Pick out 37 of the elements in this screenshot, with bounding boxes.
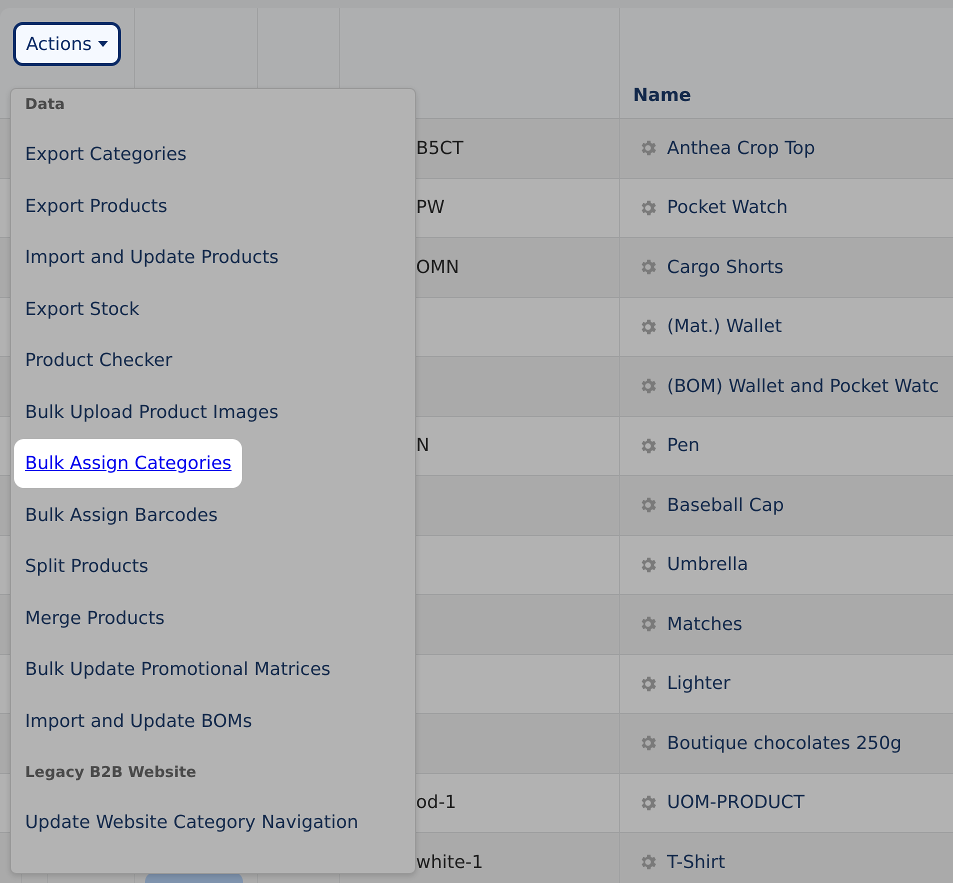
menu-item[interactable]: Import and Update Products [14,233,289,282]
product-name[interactable]: UOM-PRODUCT [667,792,804,814]
product-name[interactable]: Baseball Cap [667,494,784,516]
product-name[interactable]: Anthea Crop Top [667,138,816,159]
product-name[interactable]: Boutique chocolates 250g [667,732,902,754]
menu-item[interactable]: Bulk Assign Barcodes [14,490,228,540]
table-cell: white-1 [416,852,484,873]
menu-item[interactable]: Bulk Upload Product Images [14,388,289,437]
product-name[interactable]: Cargo Shorts [667,256,784,278]
product-name[interactable]: (Mat.) Wallet [667,316,782,338]
menu-item[interactable]: Export Products [14,182,178,231]
product-name[interactable]: Lighter [667,673,730,694]
menu-item[interactable]: Split Products [14,542,158,592]
table-cell: B5CT [416,138,464,159]
table-cell: PW [416,197,445,218]
product-name[interactable]: T-Shirt [667,852,726,873]
menu-section-heading: Data [25,95,65,113]
actions-button[interactable]: Actions [13,22,121,66]
menu-item[interactable]: Product Checker [14,336,182,386]
product-name[interactable]: Pen [667,435,700,456]
menu-item[interactable]: Bulk Update Promotional Matrices [14,645,341,694]
menu-item[interactable]: Bulk Assign Categories [14,439,242,488]
menu-item[interactable]: Merge Products [14,594,175,643]
caret-icon [98,41,108,47]
menu-item[interactable]: Export Stock [14,284,150,334]
column-header[interactable]: Name [633,85,692,106]
product-name[interactable]: Pocket Watch [667,197,788,218]
menu-item[interactable]: Update Website Category Navigation [14,798,368,848]
table-cell: OMN [416,256,460,278]
product-name[interactable]: Umbrella [667,554,748,576]
menu-item[interactable]: Import and Update BOMs [14,696,262,746]
product-name[interactable]: Matches [667,614,742,635]
table-cell: od-1 [416,792,456,814]
menu-section-heading: Legacy B2B Website [25,763,196,781]
product-name[interactable]: (BOM) Wallet and Pocket Watc [667,376,940,397]
table-cell: N [416,435,430,456]
menu-item[interactable]: Export Categories [14,130,197,180]
